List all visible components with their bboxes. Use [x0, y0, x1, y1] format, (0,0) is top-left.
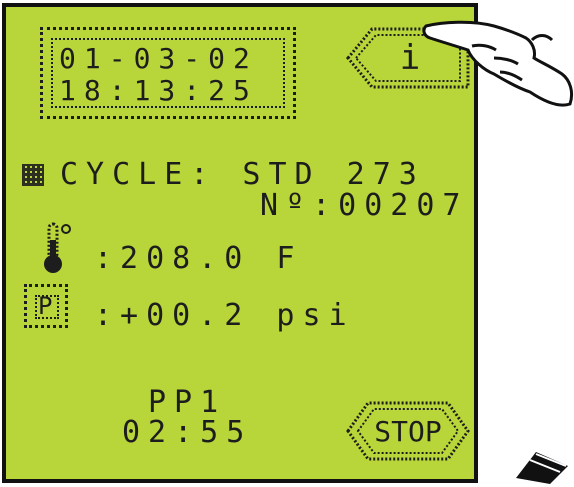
info-button-label: i: [400, 38, 420, 78]
countdown-display: 02:55: [122, 415, 253, 450]
lcd-screen: 01-03-02 18:13:25 i CYCLE: STD 273 Nº:00…: [2, 3, 478, 483]
cycle-indicator-icon: [22, 164, 44, 186]
temperature-readout: :208.0 F: [94, 241, 303, 276]
pressure-badge: P: [24, 284, 68, 328]
date-display: 01-03-02: [59, 42, 258, 75]
cycle-line: CYCLE: STD 273: [60, 157, 425, 192]
time-display: 18:13:25: [59, 74, 258, 107]
serial-line: Nº:00207: [260, 188, 469, 223]
pressure-readout: :+00.2 psi: [94, 298, 355, 333]
thermometer-icon: [44, 222, 71, 273]
datetime-panel: 01-03-02 18:13:25: [40, 27, 296, 119]
stylus-icon: [516, 452, 568, 484]
stop-button[interactable]: STOP: [344, 399, 472, 463]
pressure-badge-label: P: [38, 292, 53, 320]
stop-button-label: STOP: [374, 415, 441, 448]
pointing-hand-icon: [422, 20, 574, 107]
